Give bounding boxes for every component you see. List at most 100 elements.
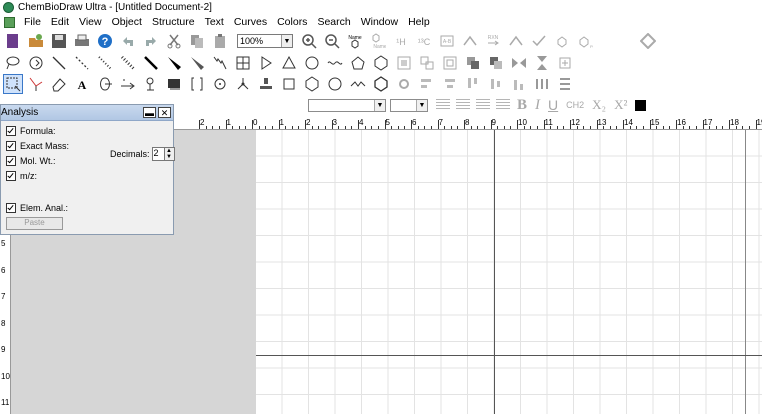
- menu-edit[interactable]: Edit: [46, 15, 74, 29]
- pka-icon[interactable]: [552, 31, 572, 51]
- redo-icon[interactable]: [141, 31, 161, 51]
- formula-checkbox[interactable]: [6, 126, 16, 136]
- paste-icon[interactable]: [210, 31, 230, 51]
- send-back-icon[interactable]: [486, 53, 506, 73]
- name-to-structure-icon[interactable]: Name: [368, 31, 388, 51]
- menu-curves[interactable]: Curves: [229, 15, 272, 29]
- align-bottom-icon[interactable]: [509, 74, 529, 94]
- menu-window[interactable]: Window: [356, 15, 403, 29]
- rxn-icon[interactable]: RXN: [483, 31, 503, 51]
- zoom-select[interactable]: 100% ▼: [237, 34, 293, 48]
- bold-hashed-bond-icon[interactable]: [118, 53, 138, 73]
- cyclobutane-icon[interactable]: [302, 53, 322, 73]
- solid-bond-icon[interactable]: [49, 53, 69, 73]
- align-center-icon[interactable]: [440, 74, 460, 94]
- arrow-icon[interactable]: [118, 74, 138, 94]
- reaction-query-icon[interactable]: [460, 31, 480, 51]
- menu-help[interactable]: Help: [403, 15, 435, 29]
- align-center-text-icon[interactable]: [456, 99, 470, 111]
- wedge-bond-icon[interactable]: [141, 53, 161, 73]
- diamond-icon[interactable]: [638, 31, 658, 51]
- structure-to-name-icon[interactable]: Name: [345, 31, 365, 51]
- font-select[interactable]: ▼: [308, 98, 386, 112]
- close-icon[interactable]: ✕: [158, 107, 171, 118]
- bracket-icon[interactable]: [187, 74, 207, 94]
- check-structure-icon[interactable]: [529, 31, 549, 51]
- align-left-icon[interactable]: [417, 74, 437, 94]
- flip-vertical-icon[interactable]: [532, 53, 552, 73]
- bring-front-icon[interactable]: [463, 53, 483, 73]
- rectangle-icon[interactable]: [279, 74, 299, 94]
- menu-view[interactable]: View: [74, 15, 107, 29]
- charge-icon[interactable]: [210, 74, 230, 94]
- elem-anal-checkbox-row[interactable]: Elem. Anal.:: [6, 203, 68, 213]
- elem-anal-checkbox[interactable]: [6, 203, 16, 213]
- menu-text[interactable]: Text: [200, 15, 229, 29]
- undo-icon[interactable]: [118, 31, 138, 51]
- chemical-symbols-icon[interactable]: [164, 74, 184, 94]
- cyclohexane-chair-icon[interactable]: [325, 74, 345, 94]
- marquee-icon[interactable]: [3, 74, 23, 94]
- distribute-icon[interactable]: [532, 74, 552, 94]
- crop-icon[interactable]: [555, 53, 575, 73]
- print-icon[interactable]: [72, 31, 92, 51]
- benzene-ring-icon[interactable]: [371, 74, 391, 94]
- cyclohexane-icon[interactable]: [371, 53, 391, 73]
- zoom-in-icon[interactable]: [299, 31, 319, 51]
- stepper-arrows-icon[interactable]: ▲ ▼: [164, 147, 175, 161]
- menu-search[interactable]: Search: [312, 15, 355, 29]
- molecule-icon[interactable]: [233, 74, 253, 94]
- hollow-wedge-bond-icon[interactable]: [187, 53, 207, 73]
- analysis-panel-titlebar[interactable]: Analysis ▬ ✕: [1, 105, 173, 121]
- acyclic-chain-icon[interactable]: [348, 74, 368, 94]
- font-size-select[interactable]: ▼: [390, 98, 428, 112]
- dashed-bond-icon[interactable]: [72, 53, 92, 73]
- minimize-icon[interactable]: ▬: [143, 107, 156, 118]
- cyclopropane-icon[interactable]: [279, 53, 299, 73]
- gear-icon[interactable]: [394, 74, 414, 94]
- mz-checkbox-row[interactable]: m/z:: [6, 171, 37, 181]
- exact-mass-checkbox[interactable]: [6, 141, 16, 151]
- cyclopentane-icon[interactable]: [348, 53, 368, 73]
- zoom-out-icon[interactable]: [322, 31, 342, 51]
- formula-button[interactable]: CH2: [566, 100, 584, 110]
- hexagon-icon[interactable]: [302, 74, 322, 94]
- formula-checkbox-row[interactable]: Formula:: [6, 126, 56, 136]
- c-nmr-icon[interactable]: ¹³C: [414, 31, 434, 51]
- mol-wt-checkbox-row[interactable]: Mol. Wt.:: [6, 156, 56, 166]
- structure-perspective-icon[interactable]: [26, 74, 46, 94]
- exact-mass-checkbox-row[interactable]: Exact Mass:: [6, 141, 69, 151]
- copy-icon[interactable]: [187, 31, 207, 51]
- mz-checkbox[interactable]: [6, 171, 16, 181]
- new-document-icon[interactable]: [3, 31, 23, 51]
- paste-button[interactable]: Paste: [6, 217, 63, 230]
- hashed-bond-icon[interactable]: [95, 53, 115, 73]
- decimals-value[interactable]: 2: [151, 147, 165, 161]
- drawing-canvas[interactable]: [256, 130, 762, 414]
- orbital-icon[interactable]: [95, 74, 115, 94]
- mol-wt-checkbox[interactable]: [6, 156, 16, 166]
- menu-file[interactable]: File: [19, 15, 46, 29]
- stamp-icon[interactable]: [256, 74, 276, 94]
- ab-icon[interactable]: A-B: [437, 31, 457, 51]
- lasso-icon[interactable]: [3, 53, 23, 73]
- flip-horizontal-icon[interactable]: [509, 53, 529, 73]
- cycloheptane-icon[interactable]: [394, 53, 414, 73]
- decimals-stepper[interactable]: 2 ▲ ▼: [151, 147, 175, 161]
- align-left-text-icon[interactable]: [436, 99, 450, 111]
- menu-object[interactable]: Object: [107, 15, 147, 29]
- cut-icon[interactable]: [164, 31, 184, 51]
- distribute-vertical-icon[interactable]: [555, 74, 575, 94]
- text-icon[interactable]: A: [72, 74, 92, 94]
- eraser-icon[interactable]: [49, 74, 69, 94]
- underline-button[interactable]: U: [548, 97, 558, 113]
- group-icon[interactable]: [417, 53, 437, 73]
- subscript-button[interactable]: X₂: [592, 97, 606, 113]
- ph-icon[interactable]: Ph: [575, 31, 595, 51]
- ungroup-icon[interactable]: [440, 53, 460, 73]
- italic-button[interactable]: I: [535, 97, 540, 114]
- wavy-bond-icon[interactable]: [210, 53, 230, 73]
- rotate-icon[interactable]: [26, 53, 46, 73]
- play-icon[interactable]: [256, 53, 276, 73]
- save-icon[interactable]: [49, 31, 69, 51]
